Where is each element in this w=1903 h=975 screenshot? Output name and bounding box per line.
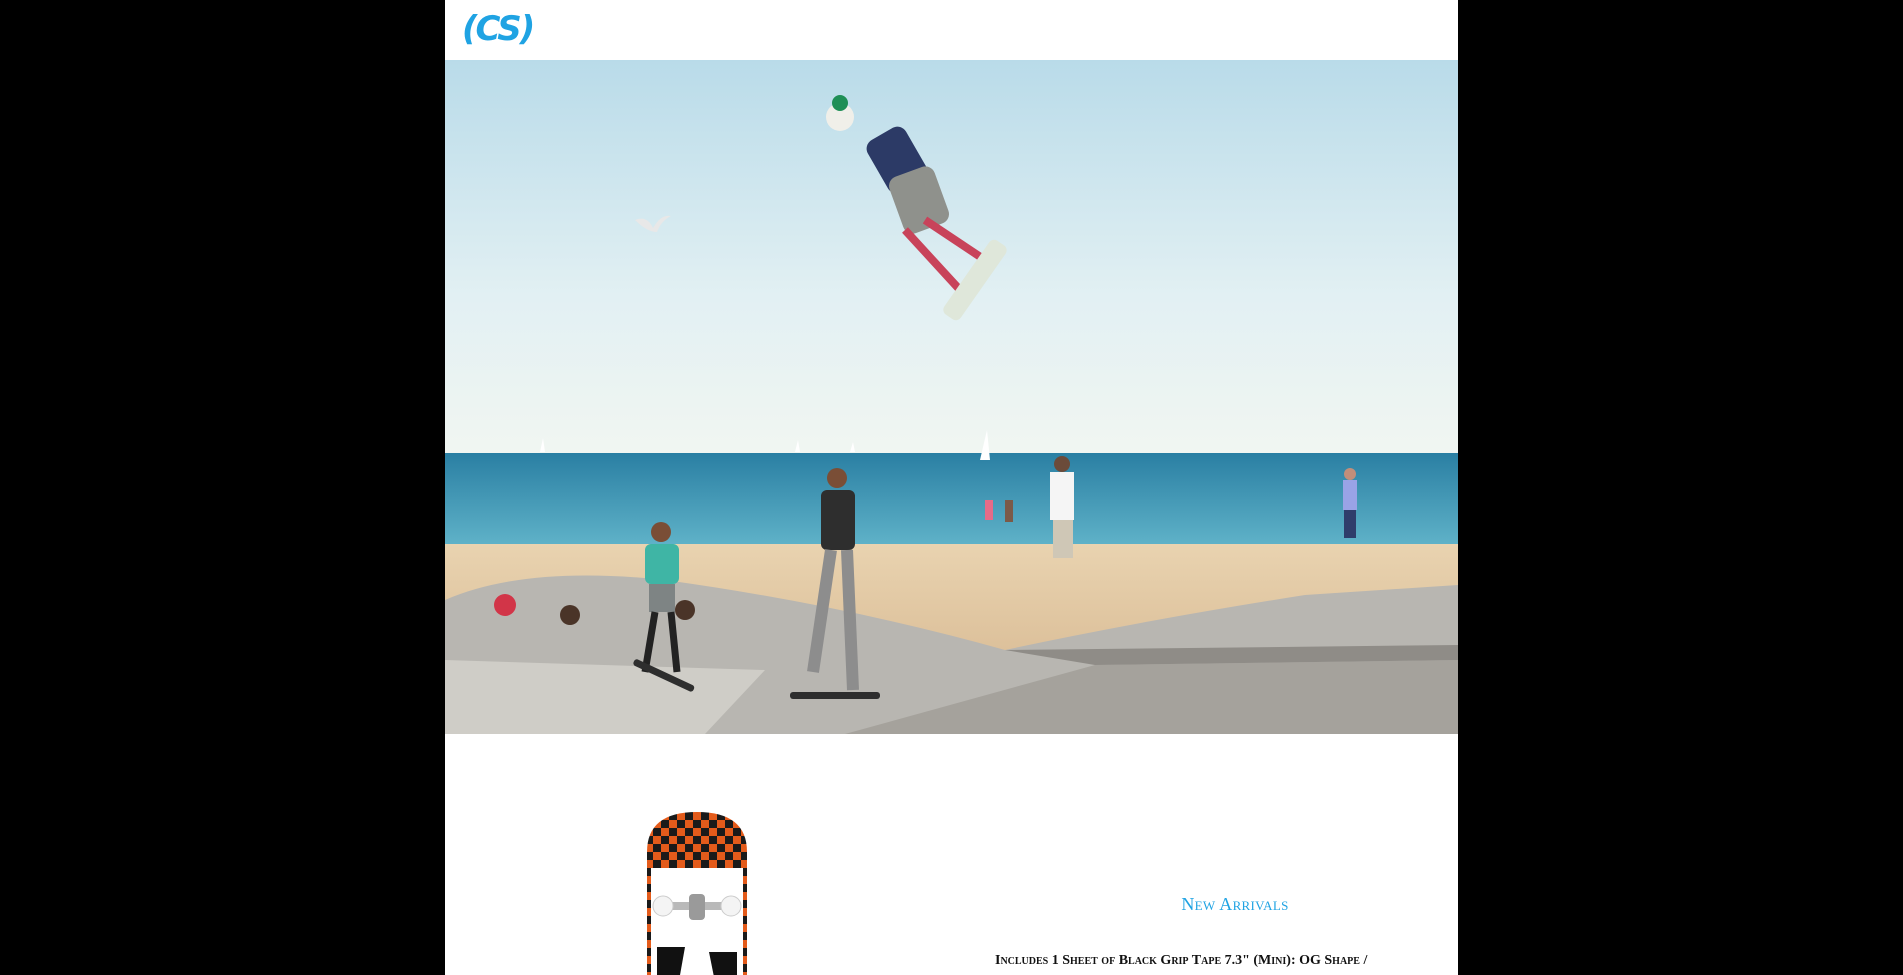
hero-photo: [445, 60, 1458, 734]
skateboard-deck-image[interactable]: [637, 812, 757, 975]
new-arrivals-section: New Arrivals Includes 1 Sheet of Black G…: [445, 734, 1458, 975]
section-title: New Arrivals: [1181, 894, 1289, 914]
site-logo[interactable]: (CS): [462, 9, 544, 49]
product-description[interactable]: Includes 1 Sheet of Black Grip Tape 7.3"…: [995, 953, 1415, 969]
site-header: (CS): [445, 0, 1458, 60]
hero-banner: [445, 60, 1458, 734]
page-container: (CS) New Arrivals Includes 1 Sheet of Bl…: [445, 0, 1458, 975]
